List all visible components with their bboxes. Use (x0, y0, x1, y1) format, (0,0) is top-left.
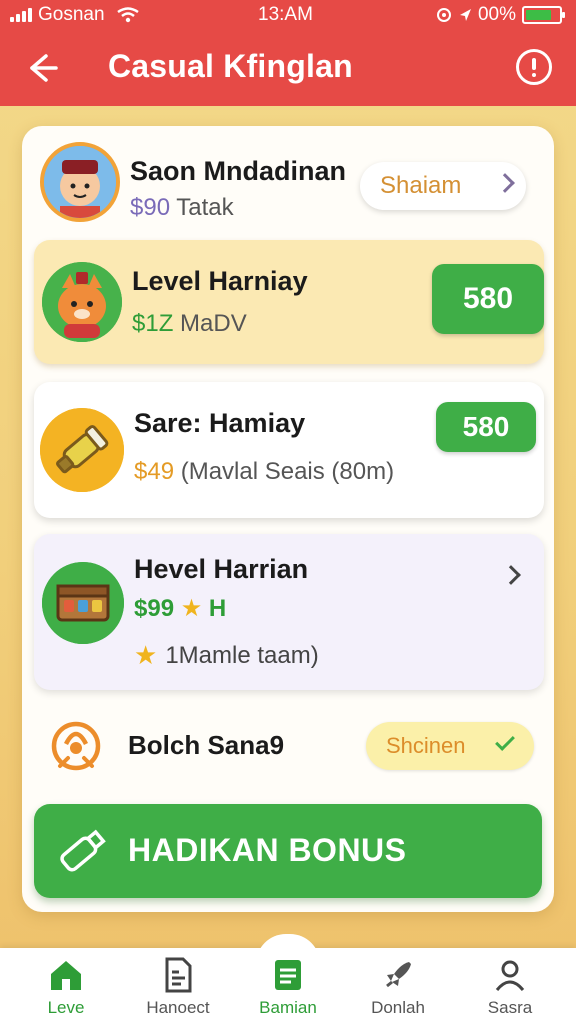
carrier-name: Gosnan (38, 4, 105, 25)
star-icon: ★ (180, 595, 203, 622)
item-title: Bolch Sana9 (128, 730, 285, 760)
item-amount: $99 (134, 595, 175, 622)
item-subtitle: $1Z MaDV (132, 310, 247, 338)
item-title: Sare: Hamiay (134, 408, 306, 438)
location-icon (459, 9, 471, 21)
levels-panel: Saon Mndadinan $90 Tatak Shaiam Level Ha… (22, 126, 554, 912)
fox-avatar-icon (42, 262, 122, 342)
item-note: ★ 1Mamle taam) (134, 640, 319, 671)
battery-percent: 00% (477, 4, 516, 25)
share-button-label: Shaiam (380, 172, 462, 199)
nav-item-sasra[interactable]: Sasra (460, 956, 560, 1022)
item-amount: $1Z (132, 310, 174, 337)
bottom-navigation: Leve Hanoect Bamian Donlah Sasra (0, 934, 576, 1024)
page-title: Casual Kfinglan (108, 48, 353, 84)
status-bar: Gosnan 13:AM 00% (0, 0, 576, 30)
item-subtitle: $99 ★ H (134, 594, 226, 623)
usb-stick-icon (60, 829, 106, 872)
nav-label: Bamian (259, 998, 317, 1017)
boy-avatar-icon (40, 142, 120, 222)
rocket-icon (386, 962, 411, 988)
share-button[interactable]: Shaiam (360, 162, 526, 210)
item-note-text: 1Mamle taam) (165, 641, 319, 669)
item-meta: MaDV (180, 310, 247, 337)
chevron-right-icon[interactable] (501, 565, 521, 585)
item-amount: $49 (134, 458, 175, 485)
signal-icon (10, 8, 32, 22)
wifi-icon (116, 7, 139, 23)
nav-item-bamian[interactable]: Bamian (238, 956, 338, 1022)
item-title: Level Harniay (132, 266, 308, 296)
star-icon: ★ (134, 640, 158, 670)
nav-item-hanoect[interactable]: Hanoect (128, 956, 228, 1022)
item-subtitle: $90 Tatak (130, 194, 234, 222)
status-pill-label: Shcinen (386, 733, 466, 758)
list-item[interactable]: Saon Mndadinan $90 Tatak Shaiam (34, 134, 544, 234)
item-extra: H (208, 595, 227, 622)
nav-item-leve[interactable]: Leve (16, 956, 116, 1022)
item-title: Hevel Harrian (134, 554, 309, 584)
document-icon (165, 957, 192, 993)
nav-label: Donlah (371, 998, 425, 1017)
price-button[interactable]: 580 (436, 402, 536, 452)
item-title: Saon Mndadinan (130, 156, 346, 186)
app-header-bar: Gosnan 13:AM 00% Casual Kfinglan (0, 0, 576, 106)
chevron-right-icon (495, 173, 515, 193)
bonus-button[interactable]: HADIKAN BONUS (34, 804, 542, 898)
nav-label: Leve (47, 998, 85, 1017)
item-meta: Tatak (176, 194, 234, 221)
list-item[interactable]: Sare: Hamiay $49 (Mavlal Seais (80m) 580 (34, 382, 544, 518)
bonus-button-label: HADIKAN BONUS (128, 832, 407, 868)
header: Casual Kfinglan (0, 30, 576, 106)
nav-item-donlah[interactable]: Donlah (348, 956, 448, 1022)
list-item[interactable]: Bolch Sana9 Shcinen (34, 708, 544, 784)
nav-label: Hanoect (146, 998, 210, 1017)
back-arrow-icon[interactable] (24, 50, 60, 86)
item-meta: (Mavlal Seais (80m) (180, 458, 395, 485)
status-pill-button[interactable]: Shcinen (366, 722, 534, 770)
alarm-icon (436, 8, 451, 22)
home-icon (51, 961, 81, 990)
sun-emblem-icon (51, 721, 101, 771)
status-time: 13:AM (258, 4, 313, 25)
info-icon[interactable] (516, 49, 552, 85)
list-item[interactable]: Hevel Harrian $99 ★ H ★ 1Mamle taam) (34, 534, 544, 690)
checkmark-icon (495, 731, 515, 751)
nav-label: Sasra (487, 998, 533, 1017)
price-button[interactable]: 580 (432, 264, 544, 334)
item-amount: $90 (130, 194, 171, 221)
chest-avatar-icon (42, 562, 124, 644)
notepad-icon (275, 960, 301, 990)
battery-icon (522, 6, 565, 24)
item-subtitle: $49 (Mavlal Seais (80m) (134, 458, 394, 486)
list-item-highlighted[interactable]: Level Harniay $1Z MaDV 580 (34, 240, 544, 364)
profile-icon (495, 960, 525, 991)
flashlight-avatar-icon (40, 408, 124, 492)
